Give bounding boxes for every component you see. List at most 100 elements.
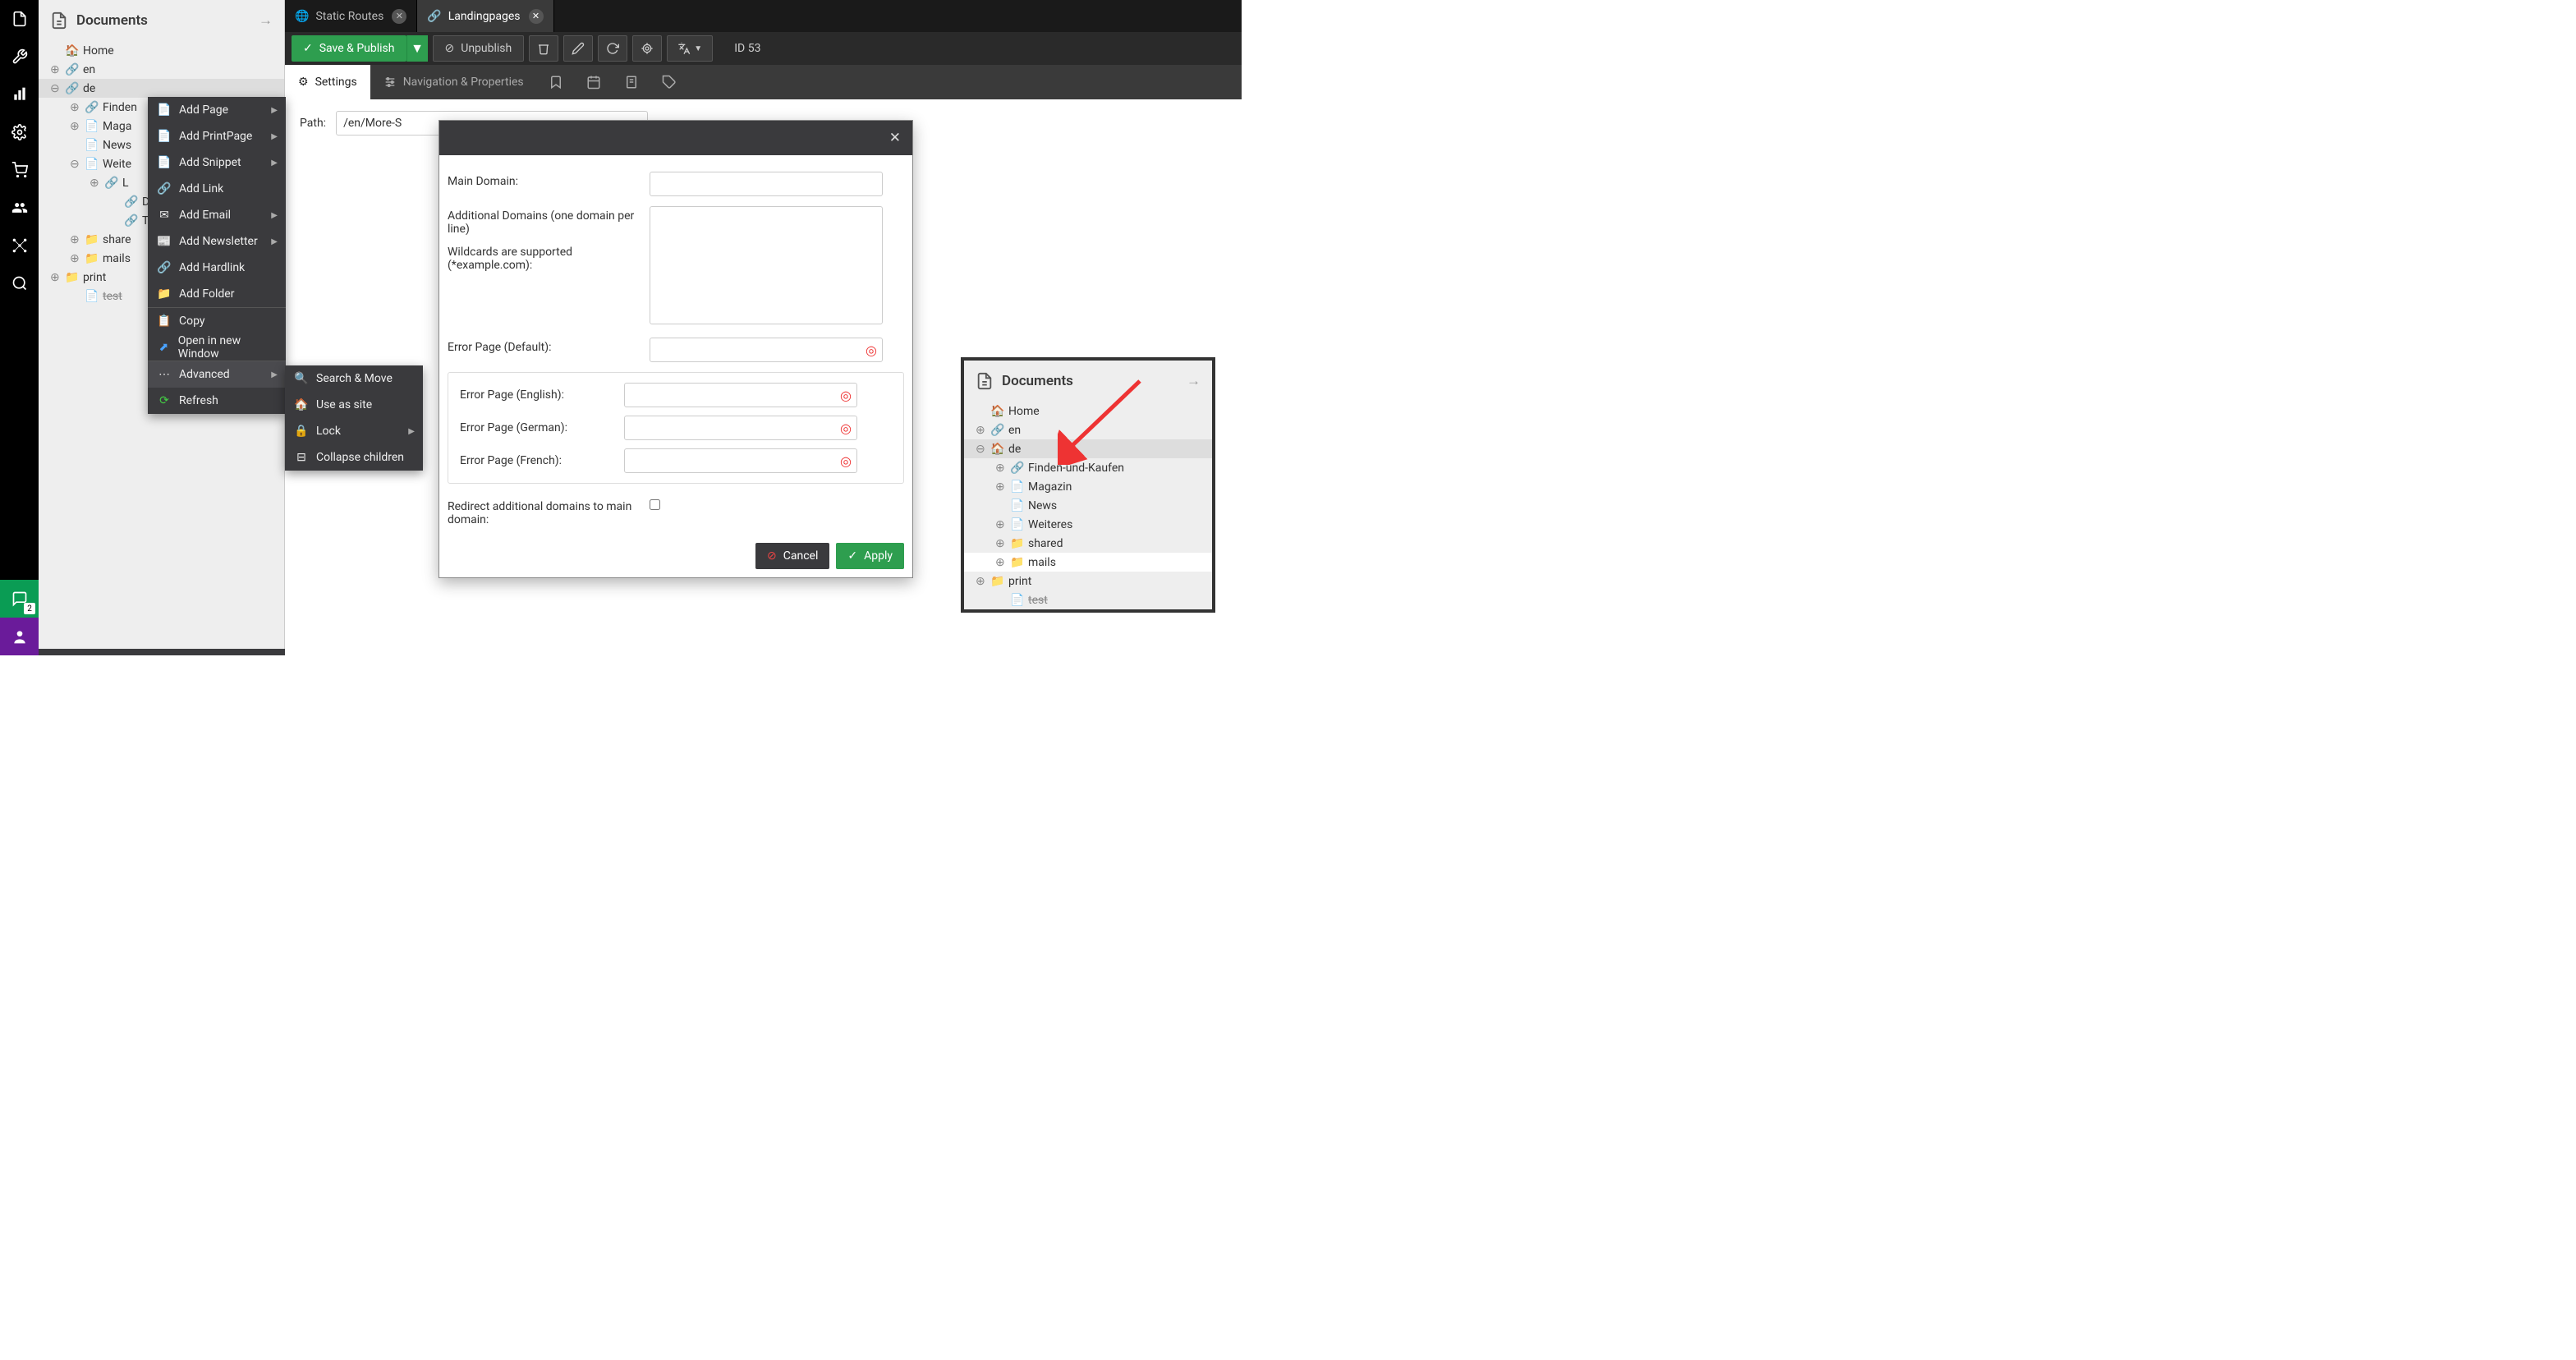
error-en-input[interactable]: ◎ [624,383,857,407]
translate-button[interactable]: ▼ [667,35,713,62]
menu-add-newsletter[interactable]: 📰Add Newsletter▶ [148,228,286,255]
tree-item-weiteres[interactable]: ⊕📄Weiteres [964,515,1212,534]
nav-hub-icon[interactable] [0,227,39,264]
notification-badge: 2 [24,603,35,614]
expand-icon[interactable]: ⊕ [70,252,83,265]
cancel-button[interactable]: ⊘Cancel [755,543,829,569]
tree-item-en[interactable]: ⊕🔗en [39,60,284,79]
menu-open-window[interactable]: ⬈Open in new Window [148,334,286,361]
expand-icon[interactable]: ⊕ [70,233,83,246]
additional-domains-label: Additional Domains (one domain per line)… [448,206,650,328]
tab-settings[interactable]: ⚙ Settings [285,65,370,99]
target-button[interactable] [632,35,662,62]
menu-add-hardlink[interactable]: 🔗Add Hardlink [148,255,286,281]
tree-item-news[interactable]: 📄News [964,496,1212,515]
tree-item-finden[interactable]: ⊕🔗Finden-und-Kaufen [964,458,1212,477]
error-de-input[interactable]: ◎ [624,416,857,440]
collapse-icon[interactable]: ⊖ [50,82,63,95]
expand-icon[interactable]: ⊕ [90,177,103,190]
tab-bookmark[interactable] [537,65,575,99]
check-icon: ✓ [847,549,857,563]
unpublish-button[interactable]: ⊘ Unpublish [433,35,525,62]
close-icon[interactable]: ✕ [529,9,544,24]
tab-notes[interactable] [613,65,650,99]
menu-collapse-children[interactable]: ⊟Collapse children [285,444,423,471]
error-default-input[interactable]: ◎ [650,338,883,362]
rename-button[interactable] [563,35,593,62]
dialog-header: ✕ [439,121,912,155]
panel-collapse-icon[interactable]: → [259,12,273,29]
subtab-bar: ⚙ Settings Navigation & Properties [285,65,1242,99]
nav-analytics-icon[interactable] [0,76,39,113]
add-link-icon: 🔗 [156,182,172,195]
main-domain-input[interactable] [650,172,883,196]
target-icon[interactable]: ◎ [840,388,852,403]
nav-cart-icon[interactable] [0,151,39,189]
tree-item-en[interactable]: ⊕🔗en [964,420,1212,439]
expand-icon[interactable]: ⊕ [50,63,63,76]
menu-add-email[interactable]: ✉Add Email▶ [148,202,286,228]
add-page-icon: 📄 [156,103,172,117]
nav-file-icon[interactable] [0,0,39,38]
menu-add-page[interactable]: 📄Add Page▶ [148,97,286,123]
panel-search-bar[interactable] [39,649,285,655]
tab-static-routes[interactable]: 🌐 Static Routes ✕ [285,0,417,32]
target-icon[interactable]: ◎ [866,342,877,358]
nav-user-icon[interactable] [0,618,39,655]
tree-item-home[interactable]: 🏠Home [964,402,1212,420]
tab-landingpages[interactable]: 🔗 Landingpages ✕ [417,0,553,32]
nav-users-icon[interactable] [0,189,39,227]
add-snippet-icon: 📄 [156,156,172,169]
additional-domains-input[interactable] [650,206,883,324]
copy-icon: 📋 [156,315,172,328]
save-publish-dropdown[interactable]: ▼ [406,35,428,62]
nav-notifications-icon[interactable]: 2 [0,580,39,618]
tab-nav-props[interactable]: Navigation & Properties [370,65,537,99]
redirect-label: Redirect additional domains to main doma… [448,497,650,526]
close-icon[interactable]: ✕ [392,9,406,24]
document-icon [50,11,68,30]
menu-lock[interactable]: 🔒Lock▶ [285,418,423,444]
close-icon[interactable]: ✕ [889,130,901,146]
nav-tools-icon[interactable] [0,38,39,76]
menu-search-move[interactable]: 🔍Search & Move [285,365,423,392]
target-icon[interactable]: ◎ [840,453,852,469]
tree-item-home[interactable]: 🏠Home [39,41,284,60]
error-fr-input[interactable]: ◎ [624,448,857,473]
collapse-icon[interactable]: ⊖ [70,158,83,171]
expand-icon[interactable]: ⊕ [70,120,83,133]
menu-copy[interactable]: 📋Copy [148,308,286,334]
context-menu: 📄Add Page▶ 📄Add PrintPage▶ 📄Add Snippet▶… [148,97,286,414]
menu-add-folder[interactable]: 📁Add Folder [148,281,286,307]
nav-settings-icon[interactable] [0,113,39,151]
reload-button[interactable] [598,35,627,62]
error-fr-label: Error Page (French): [460,454,624,467]
menu-refresh[interactable]: ⟳Refresh [148,388,286,414]
save-publish-button[interactable]: ✓ Save & Publish [292,35,406,62]
tree-item-de[interactable]: ⊖🔗de [39,79,284,98]
menu-add-printpage[interactable]: 📄Add PrintPage▶ [148,123,286,149]
tab-schedule[interactable] [575,65,613,99]
nav-search-icon[interactable] [0,264,39,302]
tree-item-print[interactable]: ⊕📁print [964,572,1212,590]
expand-icon[interactable]: ⊕ [50,271,63,284]
panel-collapse-icon[interactable]: → [1187,373,1201,389]
tree-item-magazin[interactable]: ⊕📄Magazin [964,477,1212,496]
apply-button[interactable]: ✓Apply [836,543,904,569]
delete-button[interactable] [529,35,558,62]
tree-item-de[interactable]: ⊖🏠de [964,439,1212,458]
tab-tags[interactable] [650,65,688,99]
tree-item-mails[interactable]: ⊕📁mails [964,553,1212,572]
redirect-checkbox[interactable] [650,499,660,510]
menu-advanced[interactable]: ⋯Advanced▶ [148,361,286,388]
tree-item-shared[interactable]: ⊕📁shared [964,534,1212,553]
home-icon: 🏠 [293,398,310,411]
menu-use-as-site[interactable]: 🏠Use as site [285,392,423,418]
menu-add-snippet[interactable]: 📄Add Snippet▶ [148,149,286,176]
target-icon[interactable]: ◎ [840,420,852,436]
expand-icon[interactable]: ⊕ [70,101,83,114]
menu-add-link[interactable]: 🔗Add Link [148,176,286,202]
tree-item-test[interactable]: 📄test [964,590,1212,609]
block-icon: ⊘ [767,549,777,563]
chevron-right-icon: ▶ [408,427,415,436]
